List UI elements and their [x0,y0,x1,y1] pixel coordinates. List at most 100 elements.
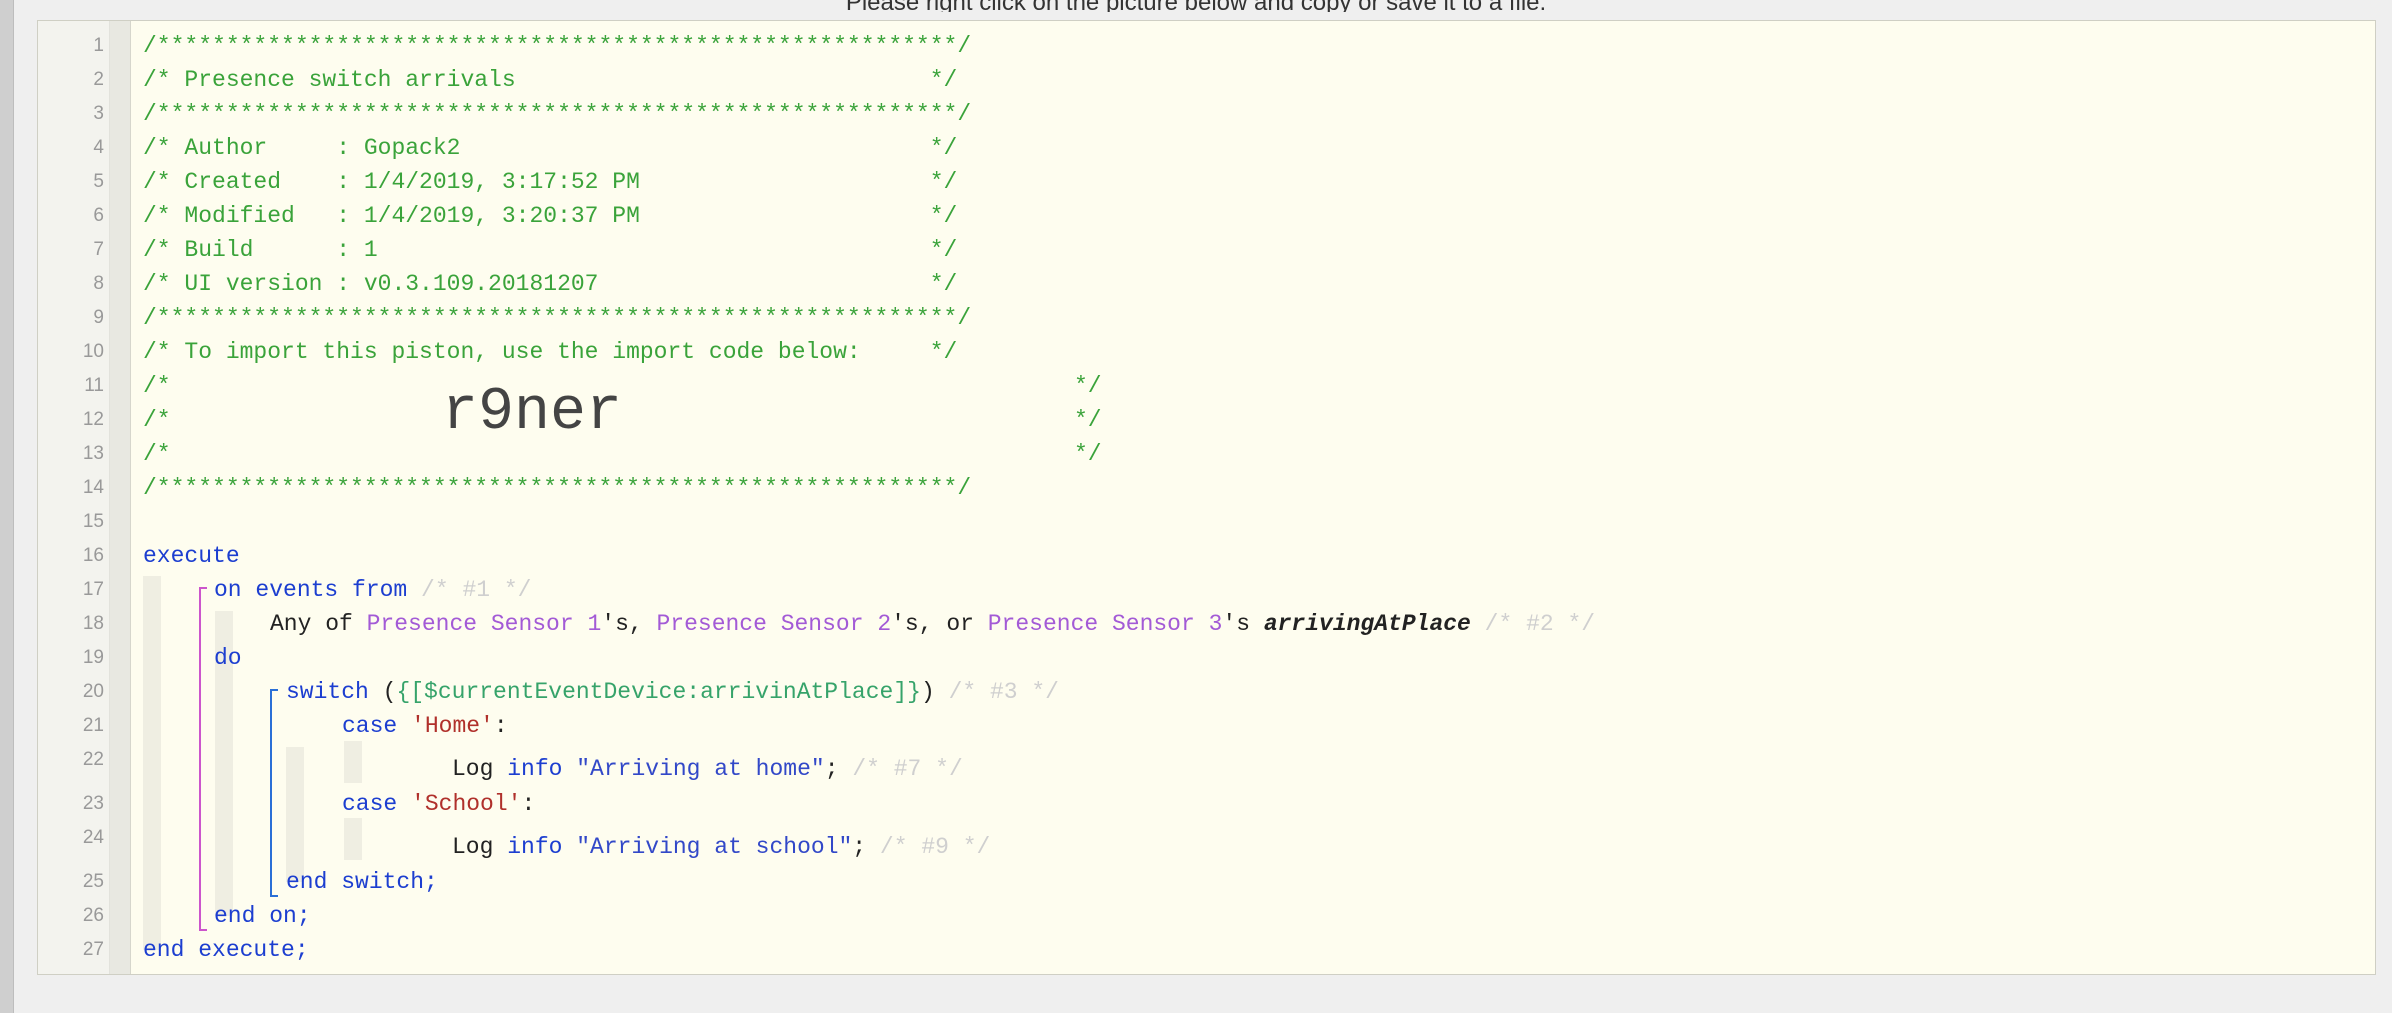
switch-keyword: switch [286,679,369,705]
possessive-text: 's, [601,611,657,637]
code-line: 27 end execute; [38,933,2375,967]
end-switch-keyword: end switch; [286,869,438,895]
device-presence-sensor-1: Presence Sensor 1 [366,611,602,637]
code-line: 4 /* Author : Gopack2 */ [38,131,2375,165]
line-number: 15 [82,511,104,532]
line-number: 7 [93,239,104,260]
line-number: 2 [93,69,104,90]
possessive-text: 's, or [891,611,988,637]
line-number: 11 [84,375,104,396]
comment-line: /* Modified : 1/4/2019, 3:20:37 PM */ [143,203,958,229]
line-number: 3 [93,103,104,124]
code-line: 16 execute [38,539,2375,573]
paren-close: ) [920,679,935,705]
code-line: 17 on events from /* #1 */ [38,573,2375,607]
line-number: 4 [93,137,104,158]
case-school[interactable]: case 'School': [342,787,535,821]
statement-id-comment: /* #9 */ [879,834,991,860]
paren-open: ( [368,679,397,705]
semicolon: ; [852,834,867,860]
device-presence-sensor-3: Presence Sensor 3 [987,611,1223,637]
case-colon: : [521,791,536,817]
log-statement-home[interactable]: Log info "Arriving at home"; /* #7 */ [452,752,963,786]
on-events-statement[interactable]: on events from /* #1 */ [214,573,531,607]
comment-open: /* [143,441,171,467]
statement-id-comment: /* #1 */ [421,577,532,603]
comment-line: /* Created : 1/4/2019, 3:17:52 PM */ [143,169,958,195]
line-number: 10 [82,341,104,362]
switch-statement[interactable]: switch ({[$currentEventDevice:arrivinAtP… [286,675,1059,709]
line-number: 19 [82,647,104,668]
log-keyword: Log [452,756,508,782]
log-statement-school[interactable]: Log info "Arriving at school"; /* #9 */ [452,830,990,864]
comment-line: /* Build : 1 */ [143,237,958,263]
line-number: 21 [82,715,104,736]
line-number: 27 [82,939,104,960]
code-line: 9 /**************************************… [38,301,2375,335]
code-line: 10 /* To import this piston, use the impo… [38,335,2375,369]
case-value: 'School' [411,791,522,817]
line-number: 9 [93,307,104,328]
import-code[interactable]: r9ner [442,377,2392,449]
code-line: 5 /* Created : 1/4/2019, 3:17:52 PM */ [38,165,2375,199]
semicolon: ; [824,756,839,782]
code-line: 7 /* Build : 1 */ [38,233,2375,267]
code-line: 18 Any of Presence Sensor 1's, Presence … [38,607,2375,641]
line-number: 13 [82,443,104,464]
comment-line: /***************************************… [143,305,972,331]
any-of-text: Any of [270,611,367,637]
event-condition[interactable]: Any of Presence Sensor 1's, Presence Sen… [270,607,1595,641]
line-number: 17 [82,579,104,600]
comment-line: /***************************************… [143,475,972,501]
code-line: 8 /* UI version : v0.3.109.20181207 */ [38,267,2375,301]
instruction-text: Please right click on the picture below … [0,0,2392,12]
case-value: 'Home' [411,713,494,739]
switch-expression: {[$currentEventDevice:arrivinAtPlace]} [396,679,921,705]
comment-line: /* UI version : v0.3.109.20181207 */ [143,271,958,297]
code-line: 21 case 'Home': [38,709,2375,743]
device-presence-sensor-2: Presence Sensor 2 [656,611,892,637]
code-line: 14 /*************************************… [38,471,2375,505]
code-line: 6 /* Modified : 1/4/2019, 3:20:37 PM */ [38,199,2375,233]
statement-id-comment: /* #7 */ [852,756,963,782]
line-number: 1 [93,35,104,56]
comment-line: /* To import this piston, use the import… [143,339,958,365]
case-home[interactable]: case 'Home': [342,709,508,743]
line-number: 16 [82,545,104,566]
case-keyword: case [342,713,398,739]
comment-line: /* Presence switch arrivals */ [143,67,958,93]
possessive-text: 's [1222,611,1264,637]
code-line: 20 switch ({[$currentEventDevice:arrivin… [38,675,2375,709]
execute-keyword: execute [143,543,240,569]
code-line: 25 end switch; [38,865,2375,899]
code-line: 26 end on; [38,899,2375,933]
attribute-name: arrivingAtPlace [1263,611,1471,637]
line-number: 18 [82,613,104,634]
line-number: 24 [82,827,104,848]
line-number: 8 [93,273,104,294]
comment-line: /***************************************… [143,33,972,59]
end-execute-keyword: end execute; [143,937,309,963]
code-panel: 1 /**************************************… [37,20,2376,975]
code-line: 15 [38,505,2375,539]
line-number: 26 [82,905,104,926]
statement-id-comment: /* #3 */ [948,679,1059,705]
code-line: 1 /**************************************… [38,29,2375,63]
line-number: 12 [82,409,104,430]
comment-open: /* [143,407,171,433]
line-number: 22 [82,749,104,770]
end-on-keyword: end on; [214,903,311,929]
on-events-keyword: on events from [214,577,408,603]
line-number: 5 [93,171,104,192]
statement-id-comment: /* #2 */ [1484,611,1596,637]
code-line: 22 Log info "Arriving at home"; /* #7 */ [38,743,2375,782]
code-line: 3 /**************************************… [38,97,2375,131]
log-message: "Arriving at home" [576,756,825,782]
comment-open: /* [143,373,171,399]
log-level: info [507,834,563,860]
code-line: 23 case 'School': [38,787,2375,821]
code-line: 2 /* Presence switch arrivals */ [38,63,2375,97]
do-keyword: do [214,645,242,671]
line-number: 14 [82,477,104,498]
line-number: 6 [93,205,104,226]
